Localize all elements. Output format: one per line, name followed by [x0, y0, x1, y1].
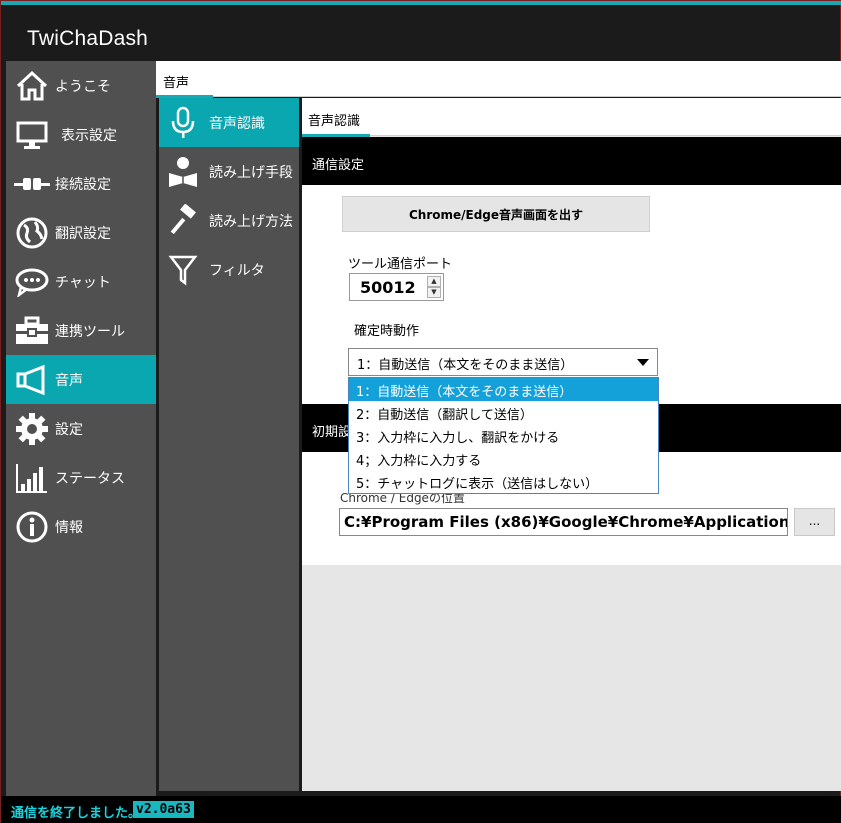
hammer-icon	[163, 203, 203, 239]
sidebar-item-label: 情報	[55, 519, 83, 536]
port-input[interactable]: 50012 ▲ ▼	[349, 273, 444, 301]
port-stepper[interactable]: ▲ ▼	[427, 276, 441, 298]
sidebar-item-connection[interactable]: 接続設定	[6, 159, 156, 208]
version-badge: v2.0a63	[133, 801, 194, 818]
sidebar-item-label: ステータス	[55, 470, 125, 487]
action-select-value: 1：自動送信（本文をそのまま送信）	[357, 358, 574, 373]
app-title: TwiChaDash	[27, 27, 149, 50]
microphone-icon	[163, 105, 203, 141]
dropdown-option[interactable]: 5：チャットログに表示（送信はしない）	[349, 470, 658, 493]
sidebar-item-chat[interactable]: チャット	[6, 257, 156, 306]
globe-icon	[10, 215, 54, 251]
sidebar-item-tools[interactable]: 連携ツール	[6, 306, 156, 355]
dropdown-option[interactable]: 2：自動送信（翻訳して送信）	[349, 401, 658, 424]
subnav-item-filter[interactable]: フィルタ	[159, 245, 299, 294]
subnav: 音声認識 読み上げ手段 読み上げ方法 フィルタ	[159, 98, 299, 791]
dropdown-option[interactable]: 4；入力枠に入力する	[349, 447, 658, 470]
plug-icon	[10, 166, 54, 202]
home-icon	[10, 68, 54, 104]
subnav-item-label: 読み上げ方法	[209, 213, 293, 230]
action-label: 確定時動作	[354, 324, 420, 339]
status-bar: 通信を終了しました。 v2.0a63	[1, 796, 841, 823]
sidebar-item-label: 設定	[55, 421, 83, 438]
sidebar-item-voice[interactable]: 音声	[6, 355, 156, 404]
browse-button[interactable]: ...	[794, 508, 835, 536]
chevron-down-icon	[637, 359, 649, 366]
sidebar-item-display[interactable]: 表示設定	[6, 110, 156, 159]
accent-line	[1, 1, 841, 5]
sidebar-item-label: 接続設定	[55, 176, 111, 193]
section-communication: 通信設定	[302, 137, 841, 185]
sidebar-item-settings[interactable]: 設定	[6, 404, 156, 453]
sidebar-item-translation[interactable]: 翻訳設定	[6, 208, 156, 257]
app-window: TwiChaDash ようこそ 表示設定 接続設定 翻訳設定 チャット 連携ツー…	[0, 0, 841, 823]
gear-icon	[10, 411, 54, 447]
monitor-icon	[10, 117, 54, 153]
sidebar-item-status[interactable]: ステータス	[6, 453, 156, 502]
sidebar: ようこそ 表示設定 接続設定 翻訳設定 チャット 連携ツール 音声 設定 ステー…	[6, 61, 156, 796]
chrome-path-value: C:¥Program Files (x86)¥Google¥Chrome¥App…	[344, 513, 788, 531]
port-label: ツール通信ポート	[348, 257, 453, 272]
section-title: 音声	[163, 76, 190, 91]
stepper-down-icon[interactable]: ▼	[427, 287, 441, 298]
action-dropdown-list: 1：自動送信（本文をそのまま送信） 2：自動送信（翻訳して送信） 3：入力枠に入…	[348, 377, 659, 494]
action-select[interactable]: 1：自動送信（本文をそのまま送信）	[348, 348, 658, 376]
sidebar-item-label: 音声	[55, 372, 83, 389]
info-icon	[10, 509, 54, 545]
subnav-item-reading-means[interactable]: 読み上げ手段	[159, 147, 299, 196]
settings-panel: 通信設定 Chrome/Edge音声画面を出す ツール通信ポート 50012 ▲…	[302, 137, 841, 565]
toolbox-icon	[10, 313, 54, 349]
subnav-item-reading-method[interactable]: 読み上げ方法	[159, 196, 299, 245]
subnav-item-label: 音声認識	[209, 115, 265, 132]
dropdown-option[interactable]: 3：入力枠に入力し、翻訳をかける	[349, 424, 658, 447]
stepper-up-icon[interactable]: ▲	[427, 276, 441, 287]
subnav-item-label: 読み上げ手段	[209, 164, 293, 181]
port-value: 50012	[360, 278, 416, 297]
tab-label: 音声認識	[308, 114, 361, 129]
sidebar-item-label: ようこそ	[55, 78, 111, 95]
section-header: 音声	[156, 61, 841, 98]
sidebar-item-info[interactable]: 情報	[6, 502, 156, 551]
megaphone-icon	[10, 362, 54, 398]
open-chrome-voice-button[interactable]: Chrome/Edge音声画面を出す	[342, 196, 650, 232]
sidebar-item-welcome[interactable]: ようこそ	[6, 61, 156, 110]
sidebar-item-label: 翻訳設定	[55, 225, 111, 242]
tab-speech-recognition[interactable]: 音声認識	[302, 98, 370, 137]
chat-bubble-icon	[10, 264, 54, 300]
chrome-path-field[interactable]: C:¥Program Files (x86)¥Google¥Chrome¥App…	[339, 508, 788, 536]
bar-chart-icon	[10, 460, 54, 496]
reader-icon	[163, 154, 203, 190]
filter-icon	[163, 252, 203, 288]
sidebar-item-label: チャット	[55, 274, 111, 291]
status-text: 通信を終了しました。	[11, 806, 142, 821]
subnav-item-speech-recognition[interactable]: 音声認識	[159, 98, 299, 147]
subnav-item-label: フィルタ	[209, 262, 265, 279]
sidebar-item-label: 表示設定	[61, 127, 117, 144]
sidebar-item-label: 連携ツール	[55, 323, 125, 340]
tab-bar: 音声認識	[302, 98, 841, 137]
dropdown-option[interactable]: 1：自動送信（本文をそのまま送信）	[349, 378, 658, 401]
